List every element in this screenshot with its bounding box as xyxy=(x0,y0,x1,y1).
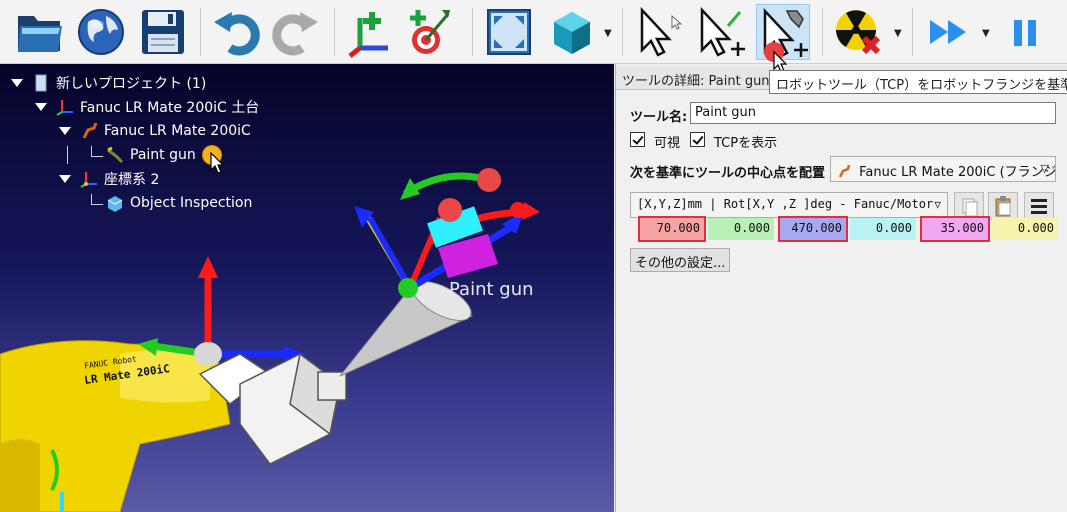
open-folder-button[interactable] xyxy=(12,4,66,60)
chevron-down-icon[interactable]: ▼ xyxy=(894,28,902,39)
menu-button[interactable] xyxy=(1024,192,1054,220)
tree-item-tool[interactable]: Paint gun xyxy=(106,144,222,166)
tooltip: ロボットツール（TCP）をロボットフランジを基準に移動 xyxy=(769,70,1067,94)
tool-details-panel: ツールの詳細: Paint gun ツール名: Paint gun 可視 TCP… xyxy=(615,64,1067,512)
hover-cursor-icon xyxy=(764,42,788,73)
redo-button[interactable] xyxy=(268,4,322,60)
tree-item-object[interactable]: Object Inspection xyxy=(106,192,252,214)
expand-arrow-icon[interactable] xyxy=(10,76,24,90)
visible-checkbox[interactable] xyxy=(630,132,645,147)
add-target-button[interactable] xyxy=(402,4,456,60)
object-cube-icon xyxy=(106,194,124,212)
tool-3d-label: Paint gun xyxy=(449,279,534,300)
collision-toggle-button[interactable] xyxy=(832,4,886,60)
ry-field[interactable]: 35.000 xyxy=(920,216,990,242)
undo-button[interactable] xyxy=(210,4,264,60)
rx-field[interactable]: 0.000 xyxy=(850,218,916,240)
tree-item-frame[interactable]: 座標系 2 xyxy=(58,168,159,190)
hamburger-icon xyxy=(1031,199,1047,214)
chevron-down-icon[interactable]: ▼ xyxy=(982,28,990,39)
panel-title: ツールの詳細: Paint gun xyxy=(622,74,770,89)
more-settings-button[interactable]: その他の設定... xyxy=(630,248,731,272)
save-icon xyxy=(142,10,184,54)
expand-arrow-icon[interactable] xyxy=(58,172,72,186)
pause-button[interactable] xyxy=(998,4,1052,60)
folder-icon xyxy=(18,16,62,52)
3d-viewport[interactable]: FANUC Robot LR Mate 200iC Paint gun 新しいプ… xyxy=(0,64,614,512)
tree-item-robot[interactable]: Fanuc LR Mate 200iC xyxy=(58,120,251,142)
frame-icon xyxy=(56,98,74,116)
fit-all-button[interactable] xyxy=(482,4,536,60)
main-toolbar: ▼ ▼ ▼ xyxy=(0,0,1067,64)
move-reference-button[interactable] xyxy=(694,4,748,60)
tree-item-base[interactable]: Fanuc LR Mate 200iC 土台 xyxy=(34,96,259,118)
add-frame-icon xyxy=(348,12,388,58)
expand-arrow-icon[interactable] xyxy=(34,100,48,114)
chevron-down-icon: ▽ xyxy=(1040,162,1049,175)
globe-icon xyxy=(78,9,124,55)
cube-icon xyxy=(554,12,590,54)
add-target-icon xyxy=(410,10,450,54)
save-button[interactable] xyxy=(136,4,190,60)
move-pointer-icon xyxy=(700,6,745,57)
pointer-icon xyxy=(640,6,683,57)
robot-icon xyxy=(837,164,851,178)
copy-icon xyxy=(962,198,978,217)
paste-button[interactable] xyxy=(988,192,1018,220)
tool-name-label: ツール名: xyxy=(630,110,688,125)
project-icon xyxy=(32,74,50,92)
redo-icon xyxy=(272,12,318,56)
rz-field[interactable]: 0.000 xyxy=(992,218,1058,240)
expand-arrow-icon[interactable] xyxy=(58,124,72,138)
add-reference-frame-button[interactable] xyxy=(344,4,398,60)
x-field[interactable]: 70.000 xyxy=(638,216,706,242)
fast-forward-icon xyxy=(930,20,966,44)
fit-all-icon xyxy=(487,9,531,55)
show-tcp-checkbox[interactable] xyxy=(690,132,705,147)
y-field[interactable]: 0.000 xyxy=(708,218,774,240)
fast-forward-button[interactable] xyxy=(924,4,978,60)
show-tcp-label: TCPを表示 xyxy=(714,136,778,151)
robodk-window: ▼ ▼ ▼ FANUC Robot LR Mate 200iC Paint gu… xyxy=(0,0,1067,512)
chevron-down-icon[interactable]: ▼ xyxy=(604,28,612,39)
frame-icon xyxy=(80,170,98,188)
visible-label: 可視 xyxy=(654,136,681,151)
web-library-button[interactable] xyxy=(74,4,128,60)
select-pointer-button[interactable] xyxy=(632,4,686,60)
reference-label: 次を基準にツールの中心点を配置 xyxy=(630,166,826,181)
format-select[interactable]: [X,Y,Z]mm | Rot[X,Y ,Z ]deg - Fanuc/Moto… xyxy=(630,192,948,218)
tool-name-input[interactable]: Paint gun xyxy=(690,102,1056,124)
reference-select[interactable]: Fanuc LR Mate 200iC (フランジ) ▽ xyxy=(830,156,1056,182)
z-field[interactable]: 470.000 xyxy=(778,216,848,242)
radiation-icon xyxy=(836,10,881,55)
paste-icon xyxy=(995,196,1011,217)
tree-item-project[interactable]: 新しいプロジェクト (1) xyxy=(10,72,206,94)
paint-gun-icon xyxy=(106,146,124,164)
chevron-down-icon: ▽ xyxy=(934,198,941,211)
copy-button[interactable] xyxy=(954,192,984,220)
robot-icon xyxy=(80,122,98,140)
cursor-icon xyxy=(210,152,225,174)
undo-icon xyxy=(214,12,260,56)
view-cube-button[interactable] xyxy=(544,4,598,60)
pause-icon xyxy=(1014,20,1036,46)
